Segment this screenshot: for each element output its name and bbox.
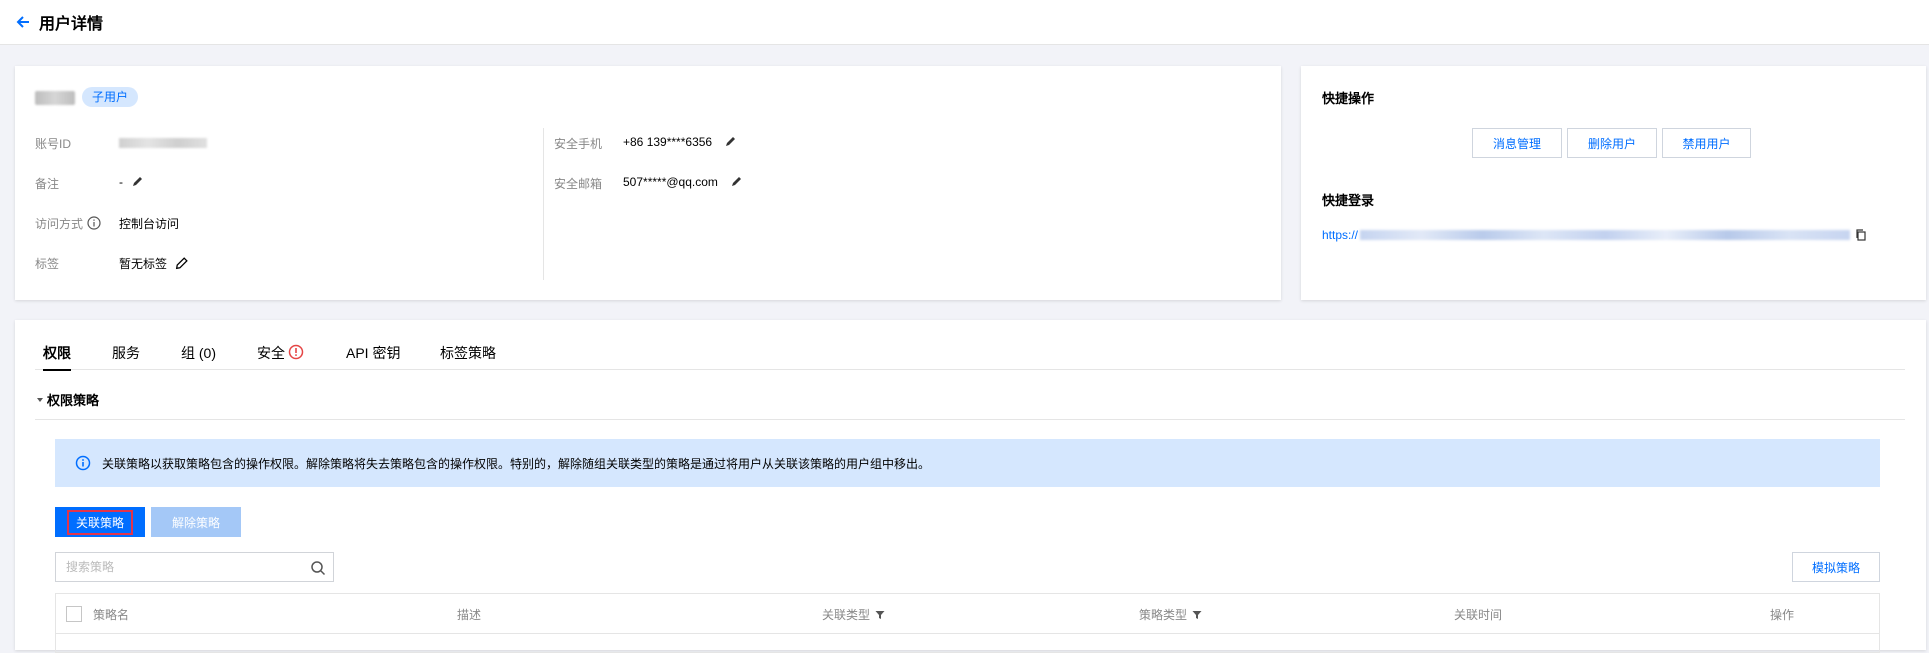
column-header-association-time: 关联时间 [1454, 608, 1503, 622]
tab-services[interactable]: 服务 [112, 340, 140, 370]
disable-user-button[interactable]: 禁用用户 [1662, 128, 1751, 158]
top-bar: 用户详情 [0, 0, 1929, 45]
tags-row: 标签 暂无标签 [35, 253, 188, 273]
column-header-association-type: 关联类型 [822, 606, 885, 623]
access-method-row: 访问方式 控制台访问 [35, 213, 179, 233]
quick-login-link-prefix: https:// [1322, 228, 1359, 242]
info-icon [75, 455, 91, 471]
account-id-value-redacted [119, 138, 207, 148]
simulate-policy-button[interactable]: 模拟策略 [1792, 552, 1880, 582]
quick-login-url-redacted [1360, 230, 1851, 240]
column-header-actions: 操作 [1770, 608, 1795, 622]
tags-label: 标签 [35, 256, 60, 271]
quick-login-link[interactable]: https:// [1322, 228, 1868, 242]
column-header-policy-type: 策略类型 [1139, 606, 1202, 623]
remark-value: - [119, 175, 123, 189]
column-header-description: 描述 [457, 608, 482, 622]
account-id-row: 账号ID [35, 133, 207, 153]
main-content-card: 权限 服务 组 (0) 安全 API 密钥 标签策略 权限策略 关联策略以获取策… [15, 320, 1926, 653]
security-phone-label: 安全手机 [554, 136, 603, 151]
username-redacted [35, 91, 75, 105]
notice-text: 关联策略以获取策略包含的操作权限。解除策略将失去策略包含的操作权限。特别的，解除… [102, 456, 931, 471]
copy-icon[interactable] [1854, 228, 1868, 242]
column-divider [543, 128, 544, 280]
security-email-label: 安全邮箱 [554, 176, 603, 191]
attach-policy-button[interactable]: 关联策略 [55, 507, 145, 537]
attach-policy-label: 关联策略 [66, 509, 133, 535]
section-title: 权限策略 [47, 393, 100, 408]
quick-operations-card: 快捷操作 消息管理 删除用户 禁用用户 快捷登录 https:// [1301, 66, 1926, 300]
tab-permissions[interactable]: 权限 [43, 340, 71, 371]
tab-security-label: 安全 [257, 345, 285, 361]
search-icon[interactable] [310, 560, 326, 576]
filter-icon[interactable] [875, 610, 885, 620]
access-method-value: 控制台访问 [119, 217, 180, 231]
column-header-policy-name: 策略名 [93, 608, 130, 622]
association-type-label: 关联类型 [822, 608, 871, 622]
detach-policy-button[interactable]: 解除策略 [151, 507, 241, 537]
select-all-checkbox[interactable] [66, 606, 82, 622]
caret-down-icon [37, 398, 43, 402]
filter-icon[interactable] [1192, 610, 1202, 620]
tab-security[interactable]: 安全 [257, 340, 304, 370]
policy-type-label: 策略类型 [1139, 608, 1188, 622]
tab-bar: 权限 服务 组 (0) 安全 API 密钥 标签策略 [35, 340, 1905, 371]
info-notice: 关联策略以获取策略包含的操作权限。解除策略将失去策略包含的操作权限。特别的，解除… [55, 439, 1880, 487]
security-phone-value: +86 139****6356 [623, 135, 713, 149]
policy-search-input[interactable] [66, 560, 296, 574]
back-arrow-icon[interactable] [14, 13, 32, 31]
account-id-label: 账号ID [35, 136, 72, 151]
tab-api-keys[interactable]: API 密钥 [346, 340, 400, 370]
remark-row: 备注 - [35, 173, 142, 193]
tab-tag-policies[interactable]: 标签策略 [440, 340, 496, 370]
message-management-button[interactable]: 消息管理 [1472, 128, 1562, 158]
edit-email-icon[interactable] [729, 175, 743, 189]
security-email-value: 507*****@qq.com [623, 175, 718, 189]
access-method-label: 访问方式 [35, 216, 84, 231]
permission-policies-header[interactable]: 权限策略 [35, 390, 1905, 420]
edit-phone-icon[interactable] [723, 135, 737, 149]
delete-user-button[interactable]: 删除用户 [1567, 128, 1657, 158]
quick-login-title: 快捷登录 [1322, 193, 1375, 208]
edit-remark-icon[interactable] [130, 175, 144, 189]
remark-label: 备注 [35, 176, 60, 191]
subuser-badge: 子用户 [82, 87, 139, 107]
table-header: 策略名 描述 关联类型 策略类型 关联时间 操作 [56, 594, 1879, 634]
security-phone-row: 安全手机 +86 139****6356 [554, 133, 736, 153]
policy-search-box [55, 552, 334, 582]
info-circle-icon[interactable] [87, 216, 101, 230]
security-email-row: 安全邮箱 507*****@qq.com [554, 173, 741, 193]
alert-circle-icon [288, 344, 304, 360]
tab-groups[interactable]: 组 (0) [181, 340, 216, 370]
quick-ops-title: 快捷操作 [1322, 91, 1375, 106]
page-title: 用户详情 [39, 16, 104, 33]
tags-value: 暂无标签 [119, 257, 168, 271]
edit-tags-icon[interactable] [174, 256, 189, 271]
policy-table: 策略名 描述 关联类型 策略类型 关联时间 操作 [55, 593, 1880, 653]
user-info-card: 子用户 账号ID 备注 - 访问方式 控制台访问 标签 暂无标签 安全手机 +8… [15, 66, 1281, 300]
